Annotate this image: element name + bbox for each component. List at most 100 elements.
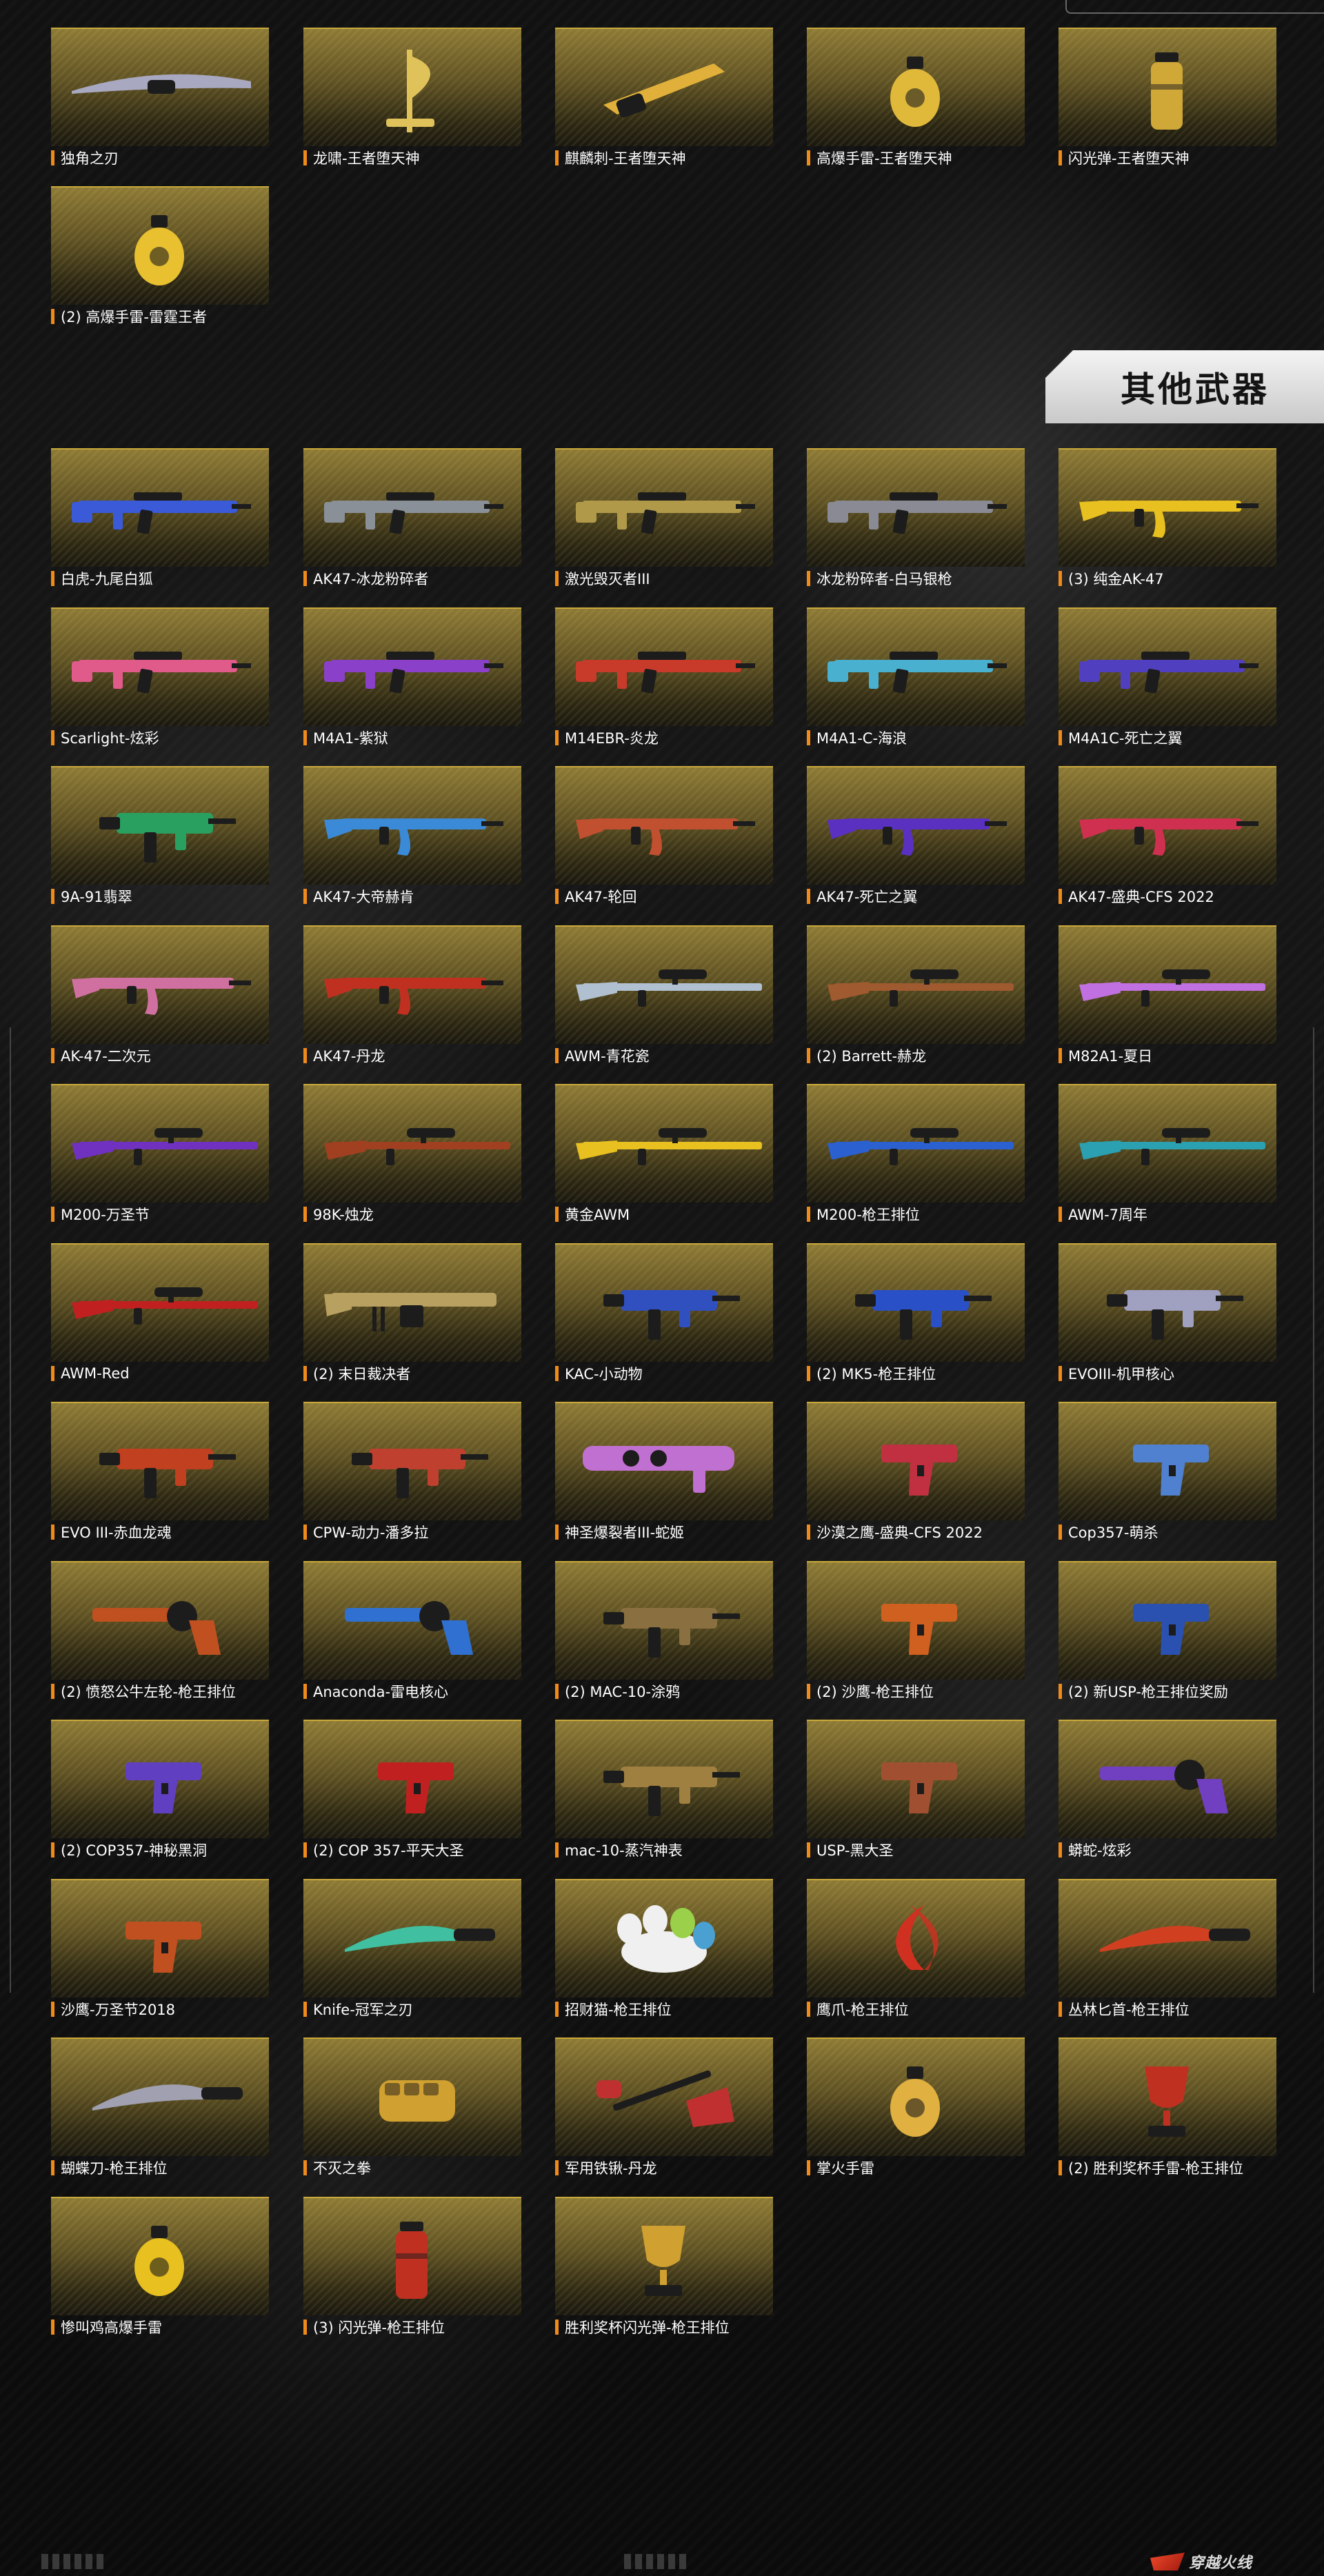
- weapon-card[interactable]: AK-47-二次元: [51, 925, 269, 1067]
- weapon-card[interactable]: (2) Barrett-赫龙: [807, 925, 1025, 1067]
- weapon-card[interactable]: 冰龙粉碎者-白马银枪: [807, 448, 1025, 590]
- weapon-name: AK47-大帝赫肯: [313, 889, 414, 905]
- weapon-card[interactable]: 激光毁灭者III: [555, 448, 773, 590]
- weapon-card[interactable]: 不灭之拳: [303, 2037, 521, 2179]
- weapon-image: [1059, 925, 1276, 1044]
- weapon-name: M4A1-紫狱: [313, 729, 388, 747]
- weapon-card[interactable]: (2) COP 357-平天大圣: [303, 1720, 521, 1861]
- weapon-card[interactable]: (2) 沙鹰-枪王排位: [807, 1560, 1025, 1702]
- weapon-card[interactable]: USP-黑大圣: [807, 1720, 1025, 1861]
- weapon-card[interactable]: AK47-死亡之翼: [807, 766, 1025, 907]
- weapon-caption: M200-枪王排位: [807, 1203, 1025, 1225]
- weapon-card[interactable]: (2) 愤怒公牛左轮-枪王排位: [51, 1560, 269, 1702]
- weapon-image: [51, 186, 269, 305]
- weapon-caption: 胜利奖杯闪光弹-枪王排位: [555, 2316, 773, 2338]
- weapon-card[interactable]: (2) MK5-枪王排位: [807, 1242, 1025, 1385]
- weapon-card[interactable]: 神圣爆裂者III-蛇姬: [555, 1402, 773, 1543]
- smg-icon: [99, 1449, 236, 1498]
- weapon-card[interactable]: AWM-Red: [51, 1242, 269, 1385]
- weapon-card[interactable]: 高爆手雷-王者堕天神: [807, 28, 1025, 169]
- weapon-card[interactable]: EVOIII-机甲核心: [1059, 1242, 1276, 1385]
- weapon-name: 沙鹰-万圣节2018: [61, 2001, 176, 2018]
- grenade-icon: [890, 57, 940, 127]
- revolver-icon: [345, 1600, 473, 1655]
- weapon-card[interactable]: M4A1-紫狱: [303, 607, 521, 749]
- weapon-card[interactable]: 沙鹰-万圣节2018: [51, 1878, 269, 2020]
- weapon-card[interactable]: 白虎-九尾白狐: [51, 448, 269, 590]
- weapon-image: [51, 1560, 269, 1680]
- weapon-image: [303, 766, 521, 885]
- weapon-card[interactable]: M82A1-夏日: [1059, 925, 1276, 1067]
- weapon-card[interactable]: CPW-动力-潘多拉: [303, 1402, 521, 1543]
- weapon-card[interactable]: 丛林匕首-枪王排位: [1059, 1878, 1276, 2020]
- weapon-card[interactable]: Cop357-萌杀: [1059, 1402, 1276, 1543]
- weapon-image: [303, 1084, 521, 1203]
- weapon-caption: 军用铁锹-丹龙: [555, 2157, 773, 2179]
- accent-bar: [303, 1525, 307, 1540]
- weapon-card[interactable]: M4A1C-死亡之翼: [1059, 607, 1276, 749]
- weapon-name: (2) 高爆手雷-雷霆王者: [61, 309, 207, 325]
- weapon-card[interactable]: 闪光弹-王者堕天神: [1059, 28, 1276, 169]
- weapon-card[interactable]: (3) 闪光弹-枪王排位: [303, 2196, 521, 2338]
- weapon-card[interactable]: 独角之刃: [51, 28, 269, 169]
- weapon-card[interactable]: 惨叫鸡高爆手雷: [51, 2196, 269, 2338]
- weapon-card[interactable]: AK47-丹龙: [303, 925, 521, 1067]
- weapon-card[interactable]: M4A1-C-海浪: [807, 607, 1025, 749]
- weapon-image: [807, 1560, 1025, 1680]
- weapon-image: [1059, 448, 1276, 567]
- weapon-card[interactable]: (2) 胜利奖杯手雷-枪王排位: [1059, 2037, 1276, 2179]
- weapon-name: (2) 新USP-枪王排位奖励: [1068, 1683, 1228, 1700]
- weapon-card[interactable]: 黄金AWM: [555, 1084, 773, 1225]
- weapon-card[interactable]: AK47-大帝赫肯: [303, 766, 521, 907]
- weapon-card[interactable]: mac-10-蒸汽神表: [555, 1720, 773, 1861]
- weapon-caption: AWM-青花瓷: [555, 1045, 773, 1067]
- weapon-card[interactable]: (2) 末日裁决者: [303, 1242, 521, 1385]
- weapon-card[interactable]: 9A-91翡翠: [51, 766, 269, 907]
- weapon-card[interactable]: EVO III-赤血龙魂: [51, 1402, 269, 1543]
- weapon-image: [807, 1878, 1025, 1998]
- weapon-card[interactable]: (2) 高爆手雷-雷霆王者: [51, 186, 269, 328]
- weapon-image: [303, 448, 521, 567]
- weapon-card[interactable]: 军用铁锹-丹龙: [555, 2037, 773, 2179]
- weapon-image: [807, 448, 1025, 567]
- weapon-card[interactable]: (2) MAC-10-涂鸦: [555, 1560, 773, 1702]
- weapon-name: 沙漠之鹰-盛典-CFS 2022: [816, 1525, 983, 1541]
- pistol-icon: [126, 1762, 201, 1813]
- weapon-card[interactable]: M200-万圣节: [51, 1084, 269, 1225]
- weapon-card[interactable]: 掌火手雷: [807, 2037, 1025, 2179]
- weapon-image: [1059, 1402, 1276, 1520]
- weapon-name: 黄金AWM: [565, 1207, 630, 1223]
- weapon-card[interactable]: M14EBR-炎龙: [555, 607, 773, 749]
- weapon-card[interactable]: 蟒蛇-炫彩: [1059, 1720, 1276, 1861]
- weapon-card[interactable]: AK47-冰龙粉碎者: [303, 448, 521, 590]
- weapon-card[interactable]: (3) 纯金AK-47: [1059, 448, 1276, 590]
- weapon-caption: EVOIII-机甲核心: [1059, 1362, 1276, 1385]
- weapon-card[interactable]: AWM-7周年: [1059, 1084, 1276, 1225]
- weapon-card[interactable]: Scarlight-炫彩: [51, 607, 269, 749]
- weapon-card[interactable]: (2) COP357-神秘黑洞: [51, 1720, 269, 1861]
- weapon-card[interactable]: 招财猫-枪王排位: [555, 1878, 773, 2020]
- accent-bar: [807, 571, 810, 586]
- rifle-icon: [576, 651, 755, 694]
- weapon-card[interactable]: M200-枪王排位: [807, 1084, 1025, 1225]
- weapon-card[interactable]: 麒麟刺-王者堕天神: [555, 28, 773, 169]
- weapon-name: mac-10-蒸汽神表: [565, 1842, 683, 1859]
- weapon-card[interactable]: 98K-烛龙: [303, 1084, 521, 1225]
- weapon-card[interactable]: AK47-盛典-CFS 2022: [1059, 766, 1276, 907]
- weapon-card[interactable]: KAC-小动物: [555, 1242, 773, 1385]
- weapon-card[interactable]: 龙啸-王者堕天神: [303, 28, 521, 169]
- weapon-card[interactable]: AWM-青花瓷: [555, 925, 773, 1067]
- weapon-card[interactable]: 沙漠之鹰-盛典-CFS 2022: [807, 1402, 1025, 1543]
- weapon-card[interactable]: Anaconda-雷电核心: [303, 1560, 521, 1702]
- weapon-caption: (2) 末日裁决者: [303, 1362, 521, 1385]
- weapon-caption: (3) 闪光弹-枪王排位: [303, 2316, 521, 2338]
- weapon-card[interactable]: AK47-轮回: [555, 766, 773, 907]
- weapon-card[interactable]: Knife-冠军之刃: [303, 1878, 521, 2020]
- weapon-card[interactable]: (2) 新USP-枪王排位奖励: [1059, 1560, 1276, 1702]
- accent-bar: [1059, 1525, 1062, 1540]
- weapon-card[interactable]: 胜利奖杯闪光弹-枪王排位: [555, 2196, 773, 2338]
- weapon-caption: Anaconda-雷电核心: [303, 1680, 521, 1702]
- weapon-name: (2) MK5-枪王排位: [816, 1365, 936, 1382]
- weapon-card[interactable]: 蝴蝶刀-枪王排位: [51, 2037, 269, 2179]
- weapon-card[interactable]: 鹰爪-枪王排位: [807, 1878, 1025, 2020]
